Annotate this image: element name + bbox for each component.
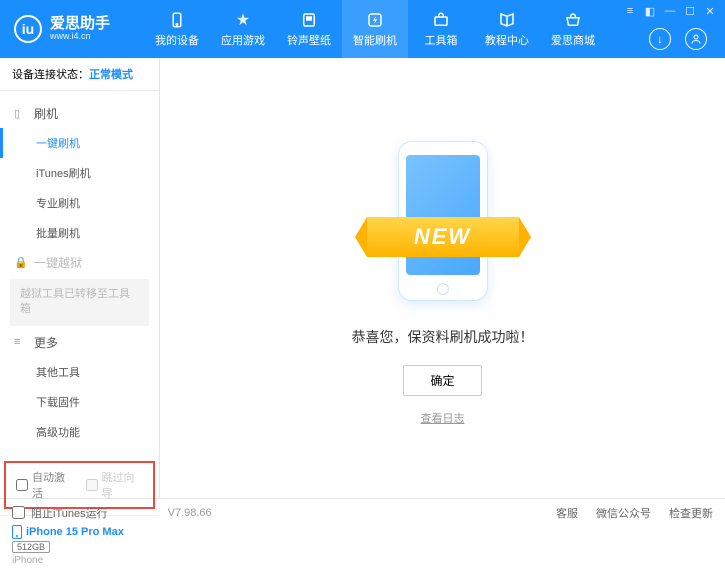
status-label: 设备连接状态： — [12, 69, 89, 81]
tool-icon — [431, 10, 451, 30]
footer-link-wechat[interactable]: 微信公众号 — [596, 505, 651, 521]
lock-icon: 🔒 — [14, 256, 28, 269]
nav-label: 工具箱 — [425, 32, 458, 48]
download-icon[interactable]: ↓ — [649, 28, 671, 50]
top-nav: 我的设备 应用游戏 铃声壁纸 智能刷机 工具箱 教程中心 爱思商城 — [144, 0, 606, 58]
phone-outline-icon: ▯ — [14, 107, 28, 120]
sidebar-item-oneclick[interactable]: 一键刷机 — [0, 128, 159, 158]
success-message: 恭喜您，保资料刷机成功啦！ — [352, 327, 534, 347]
sidebar-item-download[interactable]: 下载固件 — [0, 387, 159, 417]
menu-icon[interactable]: ≡ — [623, 4, 637, 18]
app-header: iu 爱思助手 www.i4.cn 我的设备 应用游戏 铃声壁纸 智能刷机 工具… — [0, 0, 725, 58]
ok-button[interactable]: 确定 — [403, 365, 481, 396]
brand-title: 爱思助手 — [50, 16, 110, 33]
sidebar-head-more[interactable]: ≡ 更多 — [0, 328, 159, 357]
header-actions: ↓ — [649, 28, 707, 50]
main-content: NEW 恭喜您，保资料刷机成功啦！ 确定 查看日志 — [160, 58, 725, 498]
nav-shop[interactable]: 爱思商城 — [540, 0, 606, 58]
maximize-icon[interactable]: ☐ — [683, 4, 697, 18]
sidebar-head-jailbreak: 🔒 一键越狱 — [0, 248, 159, 277]
nav-ringtones[interactable]: 铃声壁纸 — [276, 0, 342, 58]
nav-label: 应用游戏 — [221, 32, 265, 48]
phone-icon — [167, 10, 187, 30]
sidebar-item-itunes[interactable]: iTunes刷机 — [0, 158, 159, 188]
sidebar-head-label: 一键越狱 — [34, 254, 82, 271]
minimize-icon[interactable]: — — [663, 4, 677, 18]
checkbox-label: 阻止iTunes运行 — [31, 505, 108, 521]
sidebar-head-flash[interactable]: ▯ 刷机 — [0, 99, 159, 128]
help-icon — [497, 10, 517, 30]
device-type: iPhone — [12, 555, 147, 566]
logo-icon: iu — [14, 15, 42, 43]
skip-guide-checkbox[interactable]: 跳过向导 — [86, 469, 144, 501]
nav-label: 我的设备 — [155, 32, 199, 48]
sidebar-item-other[interactable]: 其他工具 — [0, 357, 159, 387]
footer-link-support[interactable]: 客服 — [556, 505, 578, 521]
status-mode: 正常模式 — [89, 69, 133, 81]
new-banner: NEW — [367, 217, 519, 257]
nav-my-device[interactable]: 我的设备 — [144, 0, 210, 58]
connection-status: 设备连接状态：正常模式 — [0, 58, 159, 91]
user-icon[interactable] — [685, 28, 707, 50]
nav-flash[interactable]: 智能刷机 — [342, 0, 408, 58]
success-illustration: NEW — [373, 131, 513, 311]
options-box: 自动激活 跳过向导 — [4, 461, 155, 509]
version-label: V7.98.66 — [168, 507, 212, 519]
view-log-link[interactable]: 查看日志 — [421, 410, 465, 426]
sidebar-head-label: 刷机 — [34, 105, 58, 122]
sidebar-item-advanced[interactable]: 高级功能 — [0, 417, 159, 447]
footer-link-update[interactable]: 检查更新 — [669, 505, 713, 521]
block-itunes-checkbox[interactable]: 阻止iTunes运行 — [12, 505, 108, 521]
ring-icon — [299, 10, 319, 30]
flash-icon — [365, 10, 385, 30]
close-icon[interactable]: ✕ — [703, 4, 717, 18]
nav-toolbox[interactable]: 工具箱 — [408, 0, 474, 58]
sidebar-item-pro[interactable]: 专业刷机 — [0, 188, 159, 218]
checkbox-label: 跳过向导 — [102, 469, 144, 501]
brand-subtitle: www.i4.cn — [50, 32, 110, 42]
logo: iu 爱思助手 www.i4.cn — [0, 15, 124, 43]
nav-label: 铃声壁纸 — [287, 32, 331, 48]
shop-icon — [563, 10, 583, 30]
nav-label: 智能刷机 — [353, 32, 397, 48]
sidebar-item-batch[interactable]: 批量刷机 — [0, 218, 159, 248]
sidebar: 设备连接状态：正常模式 ▯刷机 一键刷机 iTunes刷机 专业刷机 批量刷机 … — [0, 58, 160, 498]
device-storage: 512GB — [12, 541, 50, 553]
nav-apps[interactable]: 应用游戏 — [210, 0, 276, 58]
jailbreak-note: 越狱工具已转移至工具箱 — [10, 279, 149, 326]
checkbox-label: 自动激活 — [32, 469, 74, 501]
nav-label: 爱思商城 — [551, 32, 595, 48]
auto-activate-checkbox[interactable]: 自动激活 — [16, 469, 74, 501]
window-controls: ≡ ◧ — ☐ ✕ — [623, 4, 717, 18]
nav-tutorials[interactable]: 教程中心 — [474, 0, 540, 58]
device-name: iPhone 15 Pro Max — [26, 526, 124, 538]
skin-icon[interactable]: ◧ — [643, 4, 657, 18]
app-icon — [233, 10, 253, 30]
nav-label: 教程中心 — [485, 32, 529, 48]
sidebar-head-label: 更多 — [34, 334, 58, 351]
list-icon: ≡ — [14, 336, 28, 348]
device-info[interactable]: iPhone 15 Pro Max 512GB iPhone — [0, 515, 159, 574]
